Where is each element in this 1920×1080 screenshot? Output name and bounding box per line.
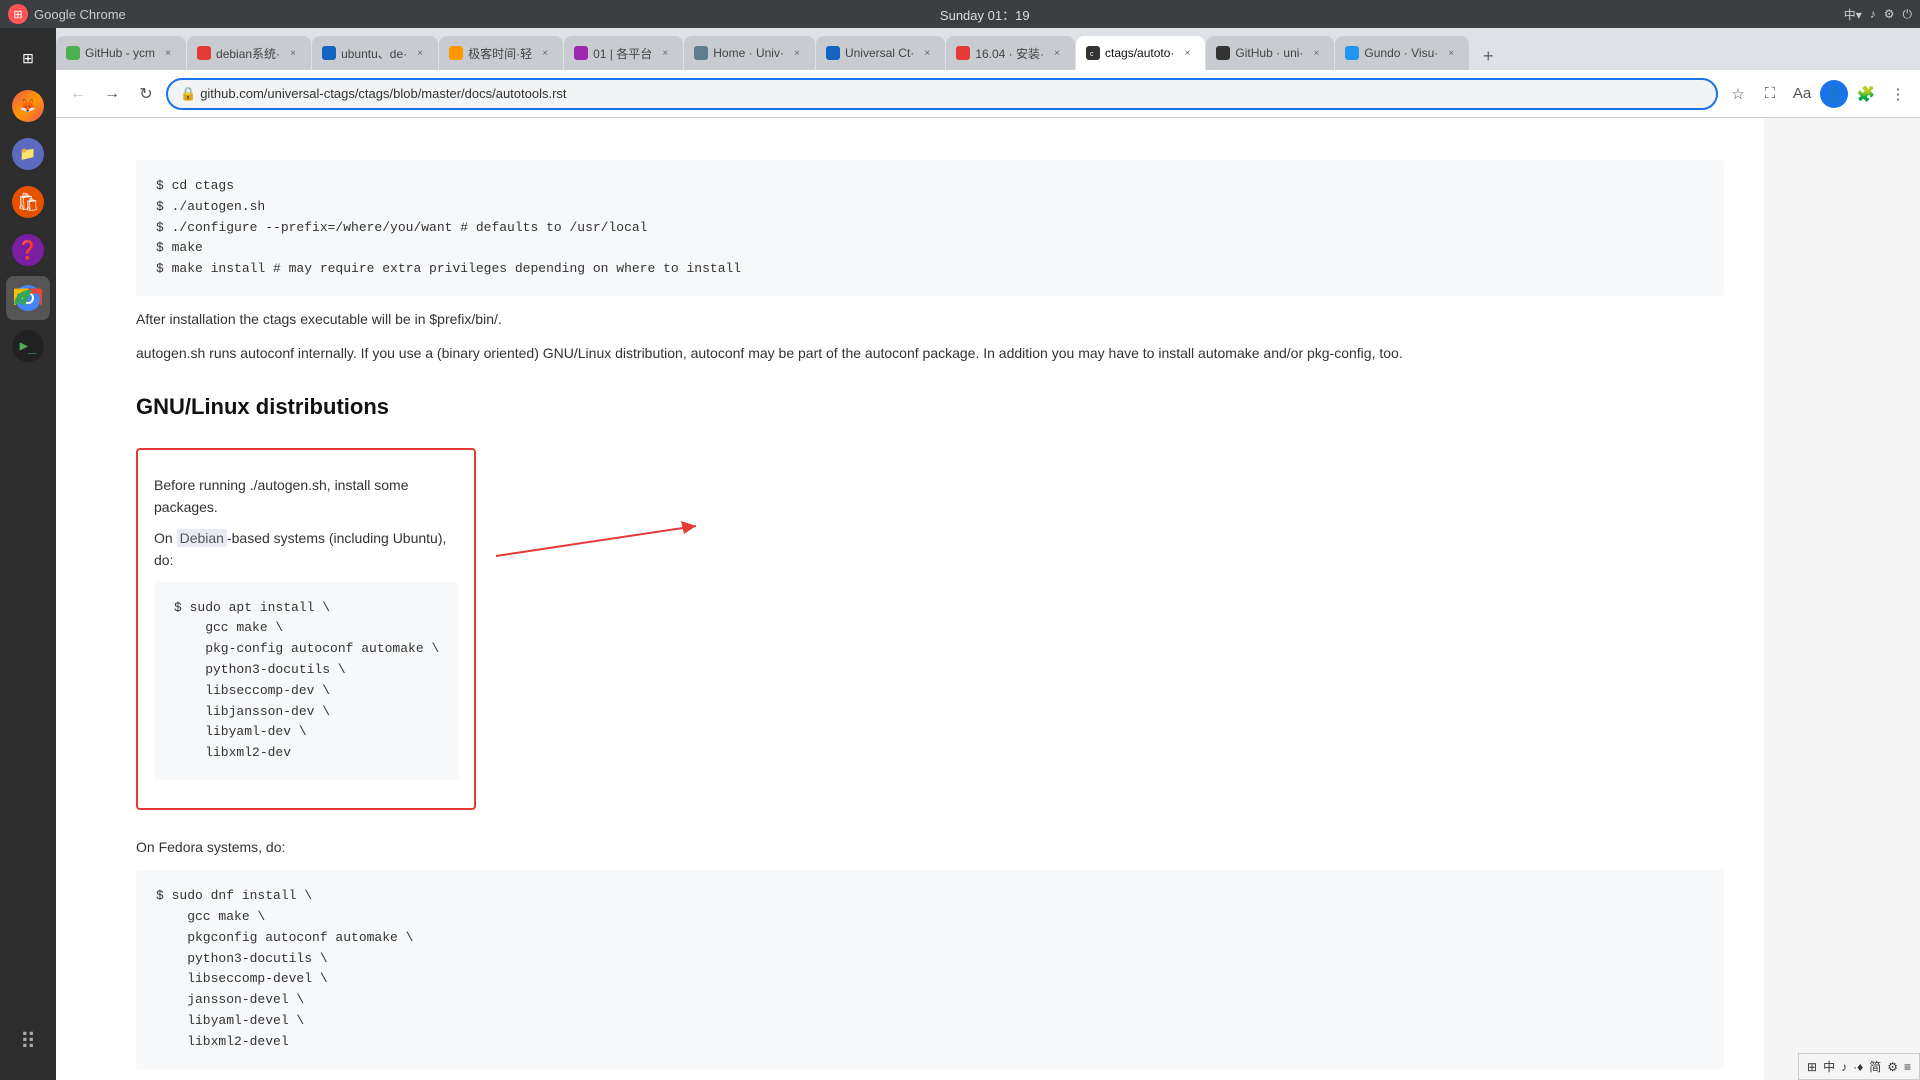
activities-icon[interactable]: ⊞ (8, 4, 28, 24)
tab-01[interactable]: 01 | 各平台 × (564, 36, 683, 70)
tab-ctags-autotools[interactable]: c ctags/autoto· × (1076, 36, 1205, 70)
tab-home[interactable]: Home · Univ· × (684, 36, 815, 70)
dock-activities[interactable]: ⊞ (6, 36, 50, 80)
input-method[interactable]: 中▾ (1844, 6, 1862, 23)
debian-commands-text: $ sudo apt install \ gcc make \ pkg-conf… (174, 598, 438, 764)
lock-icon: 🔒 (180, 86, 196, 102)
volume-icon[interactable]: ♪ (1870, 7, 1876, 21)
tab-close-6[interactable]: × (789, 45, 805, 61)
tab-close-2[interactable]: × (285, 45, 301, 61)
url-text: github.com/universal-ctags/ctags/blob/ma… (200, 86, 566, 101)
tab-close-1[interactable]: × (160, 45, 176, 61)
ime-tone-icon[interactable]: ♪ (1841, 1060, 1847, 1074)
tab-label: ubuntu、de· (341, 45, 407, 62)
dock-appstore[interactable]: 🛍 (6, 180, 50, 224)
ime-toolbar: ⊞ 中 ♪ ·♦ 简 ⚙ ≡ (1798, 1053, 1920, 1080)
power-icon[interactable]: ⏻ (1902, 7, 1912, 22)
debian-highlighted-box: Before running ./autogen.sh, install som… (136, 448, 476, 810)
tab-label: Gundo · Visu· (1364, 46, 1438, 60)
top-commands-block: $ cd ctags $ ./autogen.sh $ ./configure … (136, 160, 1724, 296)
tab-label: debian系统· (216, 45, 280, 62)
tab-label: GitHub · uni· (1235, 46, 1303, 60)
tab-label: 01 | 各平台 (593, 45, 652, 62)
commands-text: $ cd ctags $ ./autogen.sh $ ./configure … (156, 176, 1704, 280)
tab-close-3[interactable]: × (412, 45, 428, 61)
svg-text:c: c (1090, 51, 1094, 58)
tab-gundo[interactable]: Gundo · Visu· × (1335, 36, 1469, 70)
back-button[interactable]: ← (64, 80, 92, 108)
os-bar: ⊞ Google Chrome Sunday 01：19 中▾ ♪ ⚙ ⏻ (0, 0, 1920, 28)
toolbar-right: ☆ ⛶ Aa 👤 🧩 ⋮ (1724, 80, 1912, 108)
tab-label: 极客时间·轻 (468, 45, 532, 62)
tab-label: ctags/autoto· (1105, 46, 1174, 60)
para-autogen: autogen.sh runs autoconf internally. If … (136, 342, 1724, 364)
debian-intro: Before running ./autogen.sh, install som… (154, 474, 458, 519)
dock-chrome[interactable] (6, 276, 50, 320)
tab-close-5[interactable]: × (657, 45, 673, 61)
tab-label: Universal Ct· (845, 46, 914, 60)
ime-dot-icon[interactable]: ·♦ (1853, 1060, 1863, 1074)
ime-chinese-icon[interactable]: 中 (1823, 1058, 1835, 1075)
account-icon[interactable]: 👤 (1820, 80, 1848, 108)
forward-button[interactable]: → (98, 80, 126, 108)
tab-bar: GitHub - ycm × debian系统· × ubuntu、de· × … (56, 28, 1920, 70)
tab-close-8[interactable]: × (1049, 45, 1065, 61)
tab-geek[interactable]: 极客时间·轻 × (439, 36, 563, 70)
fullscreen-icon[interactable]: ⛶ (1756, 80, 1784, 108)
debian-note: On Debian-based systems (including Ubunt… (154, 527, 458, 572)
url-bar[interactable]: 🔒 github.com/universal-ctags/ctags/blob/… (166, 78, 1718, 110)
address-bar: ← → ↻ 🔒 github.com/universal-ctags/ctags… (56, 70, 1920, 118)
translate-icon[interactable]: Aa (1788, 80, 1816, 108)
fedora-commands-block: $ sudo dnf install \ gcc make \ pkgconfi… (136, 870, 1724, 1068)
debian-section: Before running ./autogen.sh, install som… (136, 436, 1724, 822)
ime-simplified-icon[interactable]: 简 (1869, 1058, 1881, 1075)
app-name: Google Chrome (34, 7, 126, 22)
fedora-commands-text: $ sudo dnf install \ gcc make \ pkgconfi… (156, 886, 1704, 1052)
tab-debian[interactable]: debian系统· × (187, 36, 311, 70)
page-content: $ cd ctags $ ./autogen.sh $ ./configure … (56, 118, 1764, 1080)
tab-close-10[interactable]: × (1308, 45, 1324, 61)
dock-terminal[interactable]: ▶_ (6, 324, 50, 368)
tab-close-9[interactable]: × (1179, 45, 1195, 61)
ime-grid-icon[interactable]: ⊞ (1807, 1060, 1817, 1074)
dock-show-apps[interactable]: ⠿ (6, 1020, 50, 1064)
tab-label: Home · Univ· (713, 46, 784, 60)
tab-universal-ct[interactable]: Universal Ct· × (816, 36, 945, 70)
os-bar-left: ⊞ Google Chrome (8, 4, 126, 24)
tab-close-4[interactable]: × (537, 45, 553, 61)
dock-help[interactable]: ❓ (6, 228, 50, 272)
system-tray: 中▾ ♪ ⚙ ⏻ (1844, 6, 1912, 23)
ime-settings-icon[interactable]: ⚙ (1887, 1060, 1898, 1074)
application-dock: ⊞ 🦊 📁 🛍 ❓ ▶_ ⠿ (0, 28, 56, 1080)
dock-files[interactable]: 📁 (6, 132, 50, 176)
tab-close-11[interactable]: × (1443, 45, 1459, 61)
tab-1604[interactable]: 16.04 · 安装· × (946, 36, 1075, 70)
bookmark-icon[interactable]: ☆ (1724, 80, 1752, 108)
dock-firefox[interactable]: 🦊 (6, 84, 50, 128)
tab-github-uni[interactable]: GitHub · uni· × (1206, 36, 1334, 70)
tab-ubuntu[interactable]: ubuntu、de· × (312, 36, 438, 70)
tab-label: GitHub - ycm (85, 46, 155, 60)
tab-close-7[interactable]: × (919, 45, 935, 61)
tab-github-ycm[interactable]: GitHub - ycm × (56, 36, 186, 70)
section-gnu-linux-title: GNU/Linux distributions (136, 389, 1724, 424)
annotation-arrow (496, 436, 736, 602)
ime-menu-icon[interactable]: ≡ (1904, 1060, 1911, 1074)
tab-label: 16.04 · 安装· (975, 45, 1044, 62)
menu-icon[interactable]: ⋮ (1884, 80, 1912, 108)
network-icon[interactable]: ⚙ (1884, 7, 1895, 21)
refresh-button[interactable]: ↻ (132, 80, 160, 108)
fedora-note: On Fedora systems, do: (136, 836, 1724, 858)
extension-icon[interactable]: 🧩 (1852, 80, 1880, 108)
new-tab-button[interactable]: + (1474, 42, 1502, 70)
debian-commands-block: $ sudo apt install \ gcc make \ pkg-conf… (154, 582, 458, 780)
para-prefix: After installation the ctags executable … (136, 308, 1724, 330)
clock: Sunday 01：19 (940, 5, 1030, 24)
